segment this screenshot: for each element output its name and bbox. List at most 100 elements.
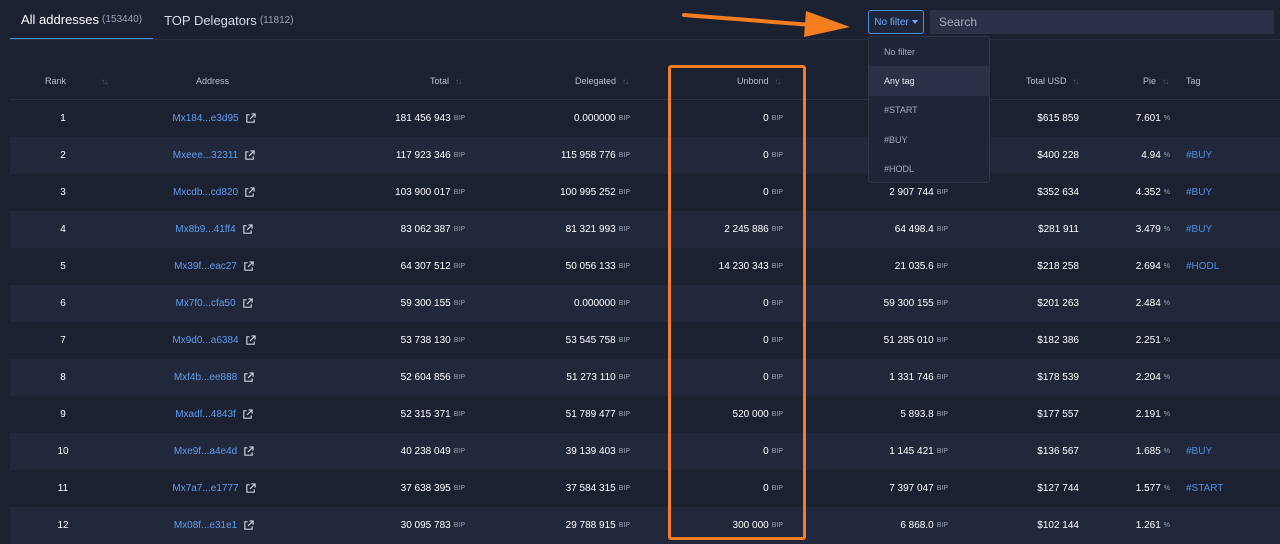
tab-all-addresses[interactable]: All addresses (153440) [10,0,154,40]
cell-value: 2.694 [1135,261,1161,272]
column-header-unbond[interactable]: Unbond ↑↓ [737,62,782,100]
external-link-icon[interactable] [245,483,256,494]
pie-cell: 3.479% [1136,211,1170,248]
external-link-icon[interactable] [242,409,253,420]
external-link-icon[interactable] [243,446,254,457]
column-header-pie[interactable]: Pie ↑↓ [1143,62,1169,100]
cell-value: 51 285 010 [883,335,934,346]
cell-value: 51 273 110 [566,372,616,383]
table-row[interactable]: 10 Mxe9f...a4e4d 40 238 049 BIP 39 139 403 BI… [10,433,1280,470]
tag-filter-button[interactable]: No filter [868,10,924,34]
address-link[interactable]: Mx39f...eac27 [174,261,237,272]
cell-value: 2 907 744 [889,187,934,198]
cell-value: $102 144 [1037,520,1079,531]
pie-cell: 4.94% [1141,137,1170,174]
table-row[interactable]: 6 Mx7f0...cfa50 59 300 155 BIP 0.000000 BIP 0 B… [10,285,1280,322]
external-link-icon[interactable] [245,335,256,346]
stake-cell: 5 893.8 BIP [900,396,948,433]
cell-value: 0 [763,298,769,309]
total-cell: 53 738 130 BIP [401,322,465,359]
dropdown-item-start[interactable]: #START [869,96,989,125]
unit-label: % [1163,189,1170,196]
unit-label: BIP [453,152,465,159]
column-header-rank[interactable]: Rank [45,62,66,100]
rank-cell: 11 [48,470,78,507]
address-cell: Mx9d0...a6384 [149,322,279,359]
address-link[interactable]: Mxcdb...cd820 [173,187,238,198]
search-input[interactable] [930,10,1274,34]
cell-value: 50 056 133 [565,261,616,272]
table-row[interactable]: 7 Mx9d0...a6384 53 738 130 BIP 53 545 758 BIP… [10,322,1280,359]
unit-label: BIP [453,226,465,233]
table-row[interactable]: 3 Mxcdb...cd820 103 900 017 BIP 100 995 252 B… [10,174,1280,211]
tag-link[interactable]: #BUY [1186,174,1212,211]
address-cell: Mxadf...4843f [149,396,279,433]
external-link-icon[interactable] [243,372,254,383]
tag-link[interactable]: #HODL [1186,248,1219,285]
tag-link[interactable]: #BUY [1186,433,1212,470]
table-row[interactable]: 9 Mxadf...4843f 52 315 371 BIP 51 789 477 BIP… [10,396,1280,433]
dropdown-item-hodl[interactable]: #HODL [869,155,989,182]
address-link[interactable]: Mx7a7...e1777 [172,483,238,494]
rank-cell: 4 [48,211,78,248]
table-row[interactable]: 2 Mxeee...32311 117 923 346 BIP 115 958 776 B… [10,137,1280,174]
unit-label: BIP [771,337,783,344]
sort-icon[interactable]: ↑↓ [101,62,108,100]
external-link-icon[interactable] [244,150,255,161]
unit-label: BIP [453,374,465,381]
total-cell: 103 900 017 BIP [395,174,465,211]
column-header-total[interactable]: Total ↑↓ [430,62,462,100]
address-link[interactable]: Mxeee...32311 [173,150,238,161]
external-link-icon[interactable] [243,261,254,272]
address-link[interactable]: Mx08f...e31e1 [174,520,237,531]
address-link[interactable]: Mxadf...4843f [175,409,236,420]
rank-cell: 2 [48,137,78,174]
cell-value: #BUY [1186,224,1213,235]
cell-value: $178 539 [1037,372,1079,383]
table-row[interactable]: 11 Mx7a7...e1777 37 638 395 BIP 37 584 315 BI… [10,470,1280,507]
table-row[interactable]: 1 Mx184...e3d95 181 456 943 BIP 0.000000 BIP 0… [10,100,1280,137]
dropdown-item-any-tag[interactable]: Any tag [869,66,989,96]
table-row[interactable]: 12 Mx08f...e31e1 30 095 783 BIP 29 788 915 BI… [10,507,1280,544]
column-header-total-usd[interactable]: Total USD ↑↓ [1026,62,1080,100]
unit-label: BIP [936,337,948,344]
external-link-icon[interactable] [244,187,255,198]
dropdown-item-no-filter[interactable]: No filter [869,37,989,66]
tag-link[interactable]: #BUY [1186,211,1212,248]
cell-value: 103 900 017 [395,187,451,198]
usd-cell: $136 567 [1037,433,1079,470]
column-header-address[interactable]: Address [196,62,229,100]
cell-value: 53 738 130 [400,335,451,346]
column-header-delegated[interactable]: Delegated ↑↓ [575,62,629,100]
delegated-cell: 0.000000 BIP [574,100,630,137]
table-row[interactable]: 4 Mx8b9...41ff4 83 062 387 BIP 81 321 993 BIP… [10,211,1280,248]
cell-value: $352 634 [1037,187,1079,198]
address-link[interactable]: Mx9d0...a6384 [172,335,238,346]
rank-cell: 12 [48,507,78,544]
table-row[interactable]: 5 Mx39f...eac27 64 307 512 BIP 50 056 133 BIP… [10,248,1280,285]
external-link-icon[interactable] [242,224,253,235]
tab-top-delegators[interactable]: TOP Delegators (11812) [153,0,304,40]
delegated-cell: 39 139 403 BIP [566,433,630,470]
unit-label: BIP [936,522,948,529]
unit-label: % [1163,300,1170,307]
unit-label: BIP [936,226,948,233]
cell-value: 83 062 387 [400,224,451,235]
address-link[interactable]: Mx184...e3d95 [172,113,238,124]
table-row[interactable]: 8 Mxf4b...ee888 52 604 856 BIP 51 273 110 BIP… [10,359,1280,396]
cell-value: 2.251 [1135,335,1161,346]
dropdown-item-buy[interactable]: #BUY [869,125,989,154]
usd-cell: $178 539 [1037,359,1079,396]
external-link-icon[interactable] [243,520,254,531]
address-link[interactable]: Mx8b9...41ff4 [175,224,235,235]
tag-link[interactable]: #BUY [1186,137,1212,174]
column-label: Total USD [1026,76,1067,86]
address-link[interactable]: Mx7f0...cfa50 [175,298,235,309]
external-link-icon[interactable] [242,298,253,309]
cell-value: 100 995 252 [560,187,616,198]
tag-link[interactable]: #START [1186,470,1223,507]
address-link[interactable]: Mxe9f...a4e4d [174,446,237,457]
external-link-icon[interactable] [245,113,256,124]
address-link[interactable]: Mxf4b...ee888 [174,372,237,383]
pie-cell: 2.251% [1136,322,1170,359]
